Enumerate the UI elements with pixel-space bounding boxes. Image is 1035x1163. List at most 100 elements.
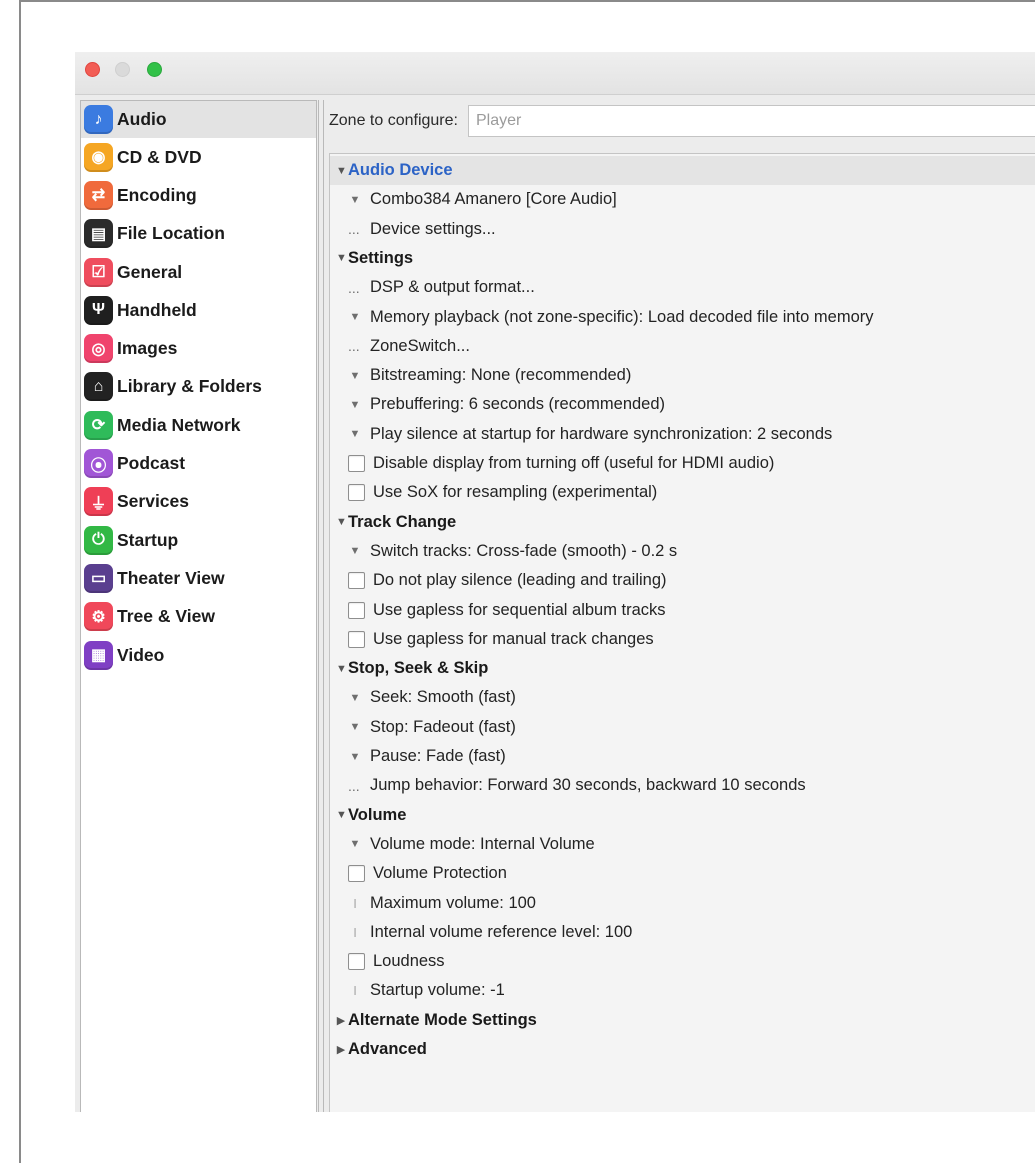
dropdown-arrow-icon: ▼ <box>349 193 361 206</box>
setting-label: Do not play silence (leading and trailin… <box>373 571 667 590</box>
ellipsis-icon: ... <box>348 338 360 355</box>
zone-label: Zone to configure: <box>329 112 458 129</box>
sidebar-item-general[interactable]: ☑ General <box>81 253 316 291</box>
minimize-window-button[interactable] <box>115 62 130 77</box>
setting-memory-playback-not-zone-specific-load-d[interactable]: ▼ Memory playback (not zone-specific): Lo… <box>330 303 1035 332</box>
checkbox[interactable] <box>348 572 365 590</box>
setting-jump-behavior-forward-30-seconds-backwar[interactable]: ... Jump behavior: Forward 30 seconds, ba… <box>330 771 1035 800</box>
setting-device-settings[interactable]: ... Device settings... <box>330 215 1035 244</box>
sidebar-item-video[interactable]: ▦ Video <box>81 636 316 674</box>
pane-splitter[interactable] <box>318 100 324 1112</box>
expanded-triangle-icon[interactable]: ▼ <box>336 663 347 675</box>
setting-stop-fadeout-fast[interactable]: ▼ Stop: Fadeout (fast) <box>330 713 1035 742</box>
checkbox[interactable] <box>348 630 365 648</box>
sidebar-item-theater-view[interactable]: ▭ Theater View <box>81 559 316 597</box>
sidebar-item-tree-and-view[interactable]: ⚙ Tree & View <box>81 598 316 636</box>
setting-label: Loudness <box>373 952 445 971</box>
checkbox[interactable] <box>348 953 365 971</box>
sidebar-item-file-location[interactable]: ▤ File Location <box>81 215 316 253</box>
section-header-audio-device[interactable]: ▼ Audio Device <box>330 156 1035 185</box>
close-window-button[interactable] <box>85 62 100 77</box>
setting-prebuffering-6-seconds-recommended[interactable]: ▼ Prebuffering: 6 seconds (recommended) <box>330 390 1035 419</box>
sidebar-item-podcast[interactable]: ⦿ Podcast <box>81 444 316 482</box>
setting-use-gapless-for-manual-track-changes[interactable]: Use gapless for manual track changes <box>330 625 1035 654</box>
sidebar-item-images[interactable]: ◎ Images <box>81 329 316 367</box>
setting-label: Switch tracks: Cross-fade (smooth) - 0.2… <box>370 541 678 560</box>
setting-zoneswitch[interactable]: ... ZoneSwitch... <box>330 332 1035 361</box>
sidebar-item-label: Podcast <box>117 453 186 474</box>
setting-label: Use gapless for sequential album tracks <box>373 600 666 619</box>
sidebar-item-services[interactable]: ⏚ Services <box>81 483 316 521</box>
setting-combo384-amanero-core-audio[interactable]: ▼ Combo384 Amanero [Core Audio] <box>330 185 1035 214</box>
sidebar-item-label: Startup <box>117 529 179 550</box>
section-header-settings[interactable]: ▼ Settings <box>330 244 1035 273</box>
settings-tree: ▼ Audio Device ▼ Combo384 Amanero [Core Aud… <box>329 153 1035 1112</box>
disc-icon: ◉ <box>84 142 113 172</box>
camera-icon: ◎ <box>84 334 113 364</box>
dropdown-arrow-icon: ▼ <box>349 311 361 323</box>
setting-use-gapless-for-sequential-album-tracks[interactable]: Use gapless for sequential album tracks <box>330 596 1035 625</box>
checkbox[interactable] <box>348 865 365 883</box>
section-header-stop-seek-and-skip[interactable]: ▼ Stop, Seek & Skip <box>330 654 1035 683</box>
zone-row: Zone to configure: Player <box>329 104 1035 138</box>
setting-use-sox-for-resampling-experimental[interactable]: Use SoX for resampling (experimental) <box>330 478 1035 507</box>
setting-label: Disable display from turning off (useful… <box>373 454 775 472</box>
sidebar-item-label: Media Network <box>117 414 241 435</box>
sidebar-item-label: Theater View <box>117 567 225 588</box>
checkbox[interactable] <box>348 455 365 472</box>
section-header-alternate-mode-settings[interactable]: ▶ Alternate Mode Settings <box>330 1006 1035 1035</box>
setting-dsp-and-output-format[interactable]: ... DSP & output format... <box>330 273 1035 302</box>
setting-label: Jump behavior: Forward 30 seconds, backw… <box>370 776 806 795</box>
setting-label: Device settings... <box>370 219 496 238</box>
zone-select[interactable]: Player <box>467 105 1035 137</box>
setting-play-silence-at-startup-for-hardware-syn[interactable]: ▼ Play silence at startup for hardware sy… <box>330 420 1035 449</box>
sidebar-item-handheld[interactable]: Ψ Handheld <box>81 291 316 329</box>
setting-do-not-play-silence-leading-and-trailing[interactable]: Do not play silence (leading and trailin… <box>330 566 1035 595</box>
expanded-triangle-icon[interactable]: ▼ <box>336 252 347 264</box>
sidebar-item-cd-and-dvd[interactable]: ◉ CD & DVD <box>81 138 316 176</box>
section-title: Volume <box>348 805 407 824</box>
ellipsis-icon: ... <box>348 279 360 296</box>
sidebar-item-library-and-folders[interactable]: ⌂ Library & Folders <box>81 368 316 406</box>
expanded-triangle-icon[interactable]: ▼ <box>336 516 347 528</box>
sidebar-item-label: Video <box>117 644 165 665</box>
text-cursor-icon: I <box>353 924 357 940</box>
setting-label: Prebuffering: 6 seconds (recommended) <box>370 395 666 414</box>
section-header-track-change[interactable]: ▼ Track Change <box>330 508 1035 537</box>
sidebar-item-startup[interactable]: ⏻ Startup <box>81 521 316 559</box>
expanded-triangle-icon[interactable]: ▼ <box>336 165 347 177</box>
setting-bitstreaming-none-recommended[interactable]: ▼ Bitstreaming: None (recommended) <box>330 361 1035 390</box>
setting-startup-volume-1[interactable]: I Startup volume: -1 <box>330 976 1035 1005</box>
sidebar-item-media-network[interactable]: ⟳ Media Network <box>81 406 316 444</box>
setting-label: Startup volume: -1 <box>370 981 505 1000</box>
podcast-icon: ⦿ <box>84 449 113 479</box>
dropdown-arrow-icon: ▼ <box>349 721 361 734</box>
setting-maximum-volume-100[interactable]: I Maximum volume: 100 <box>330 889 1035 918</box>
plug-icon: ⏚ <box>84 487 113 517</box>
ellipsis-icon: ... <box>348 777 360 794</box>
setting-seek-smooth-fast[interactable]: ▼ Seek: Smooth (fast) <box>330 683 1035 712</box>
setting-label: Internal volume reference level: 100 <box>370 922 633 941</box>
section-header-volume[interactable]: ▼ Volume <box>330 801 1035 830</box>
music-note-icon: ♪ <box>84 105 113 134</box>
setting-internal-volume-reference-level-100[interactable]: I Internal volume reference level: 100 <box>330 918 1035 947</box>
zoom-window-button[interactable] <box>147 62 162 77</box>
file-location-icon: ▤ <box>84 219 113 249</box>
sidebar-item-audio[interactable]: ♪ Audio <box>81 101 316 138</box>
usb-icon: Ψ <box>84 295 113 325</box>
setting-loudness[interactable]: Loudness <box>330 947 1035 976</box>
collapsed-triangle-icon[interactable]: ▶ <box>336 1043 346 1056</box>
section-header-advanced[interactable]: ▶ Advanced <box>330 1035 1035 1064</box>
setting-volume-protection[interactable]: Volume Protection <box>330 859 1035 888</box>
dropdown-arrow-icon: ▼ <box>349 838 361 851</box>
sidebar-item-encoding[interactable]: ⇄ Encoding <box>81 176 316 214</box>
setting-volume-mode-internal-volume[interactable]: ▼ Volume mode: Internal Volume <box>330 830 1035 859</box>
setting-disable-display-from-turning-off-useful-[interactable]: Disable display from turning off (useful… <box>330 449 1035 478</box>
setting-pause-fade-fast[interactable]: ▼ Pause: Fade (fast) <box>330 742 1035 771</box>
expanded-triangle-icon[interactable]: ▼ <box>336 809 347 821</box>
collapsed-triangle-icon[interactable]: ▶ <box>336 1014 346 1027</box>
sidebar-item-label: General <box>117 261 183 282</box>
setting-switch-tracks-cross-fade-smooth-0-2-s[interactable]: ▼ Switch tracks: Cross-fade (smooth) - 0.… <box>330 537 1035 566</box>
checkbox[interactable] <box>348 601 365 619</box>
checkbox[interactable] <box>348 484 365 502</box>
